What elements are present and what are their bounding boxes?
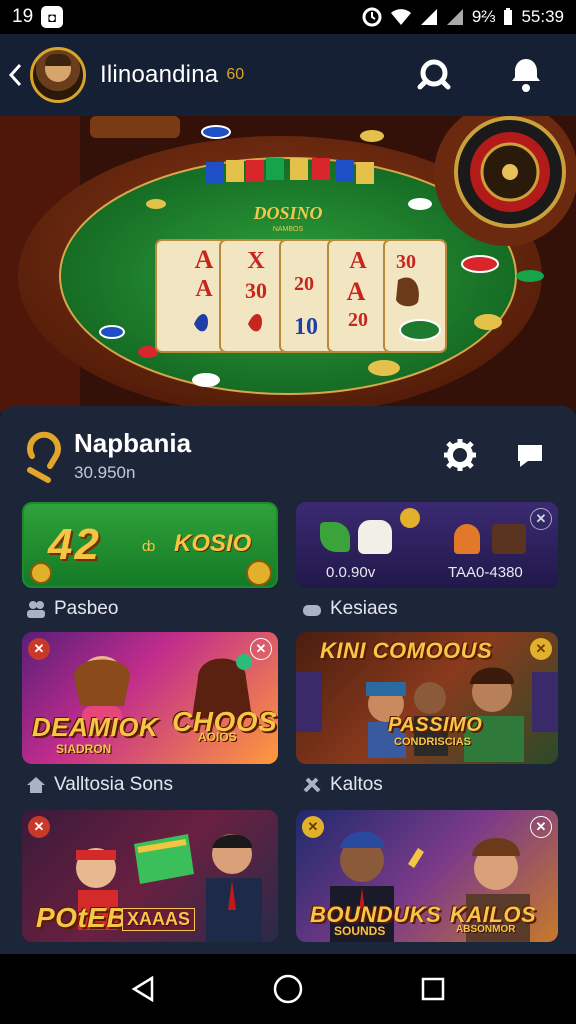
chat-button[interactable] — [510, 435, 550, 475]
username-suffix: 60 — [226, 66, 245, 83]
coin-icon — [30, 562, 52, 584]
section-label-kaltos: Kaltos — [302, 774, 383, 796]
coin-icon-3 — [400, 508, 420, 528]
status-battery-text: 9⅔ — [471, 7, 496, 26]
status-bar: 19 ◘ 9⅔ 55:39 — [0, 0, 576, 34]
wifi-icon — [390, 8, 412, 26]
coin-badge-icon[interactable]: ✕ — [302, 816, 324, 838]
users-icon — [26, 600, 46, 618]
app-notification-icon: ◘ — [41, 6, 64, 28]
card-4-bottom: 20 — [348, 309, 368, 331]
search-button[interactable] — [414, 55, 454, 95]
avatar[interactable] — [30, 47, 86, 103]
back-button[interactable] — [4, 55, 26, 95]
tooth-icon — [358, 520, 392, 554]
section-label-kesiaes: Kesiaes — [302, 598, 398, 620]
game-subtitle: PASSIMO — [388, 714, 483, 736]
jackpot-value: 42 — [48, 520, 101, 569]
gear-icon — [444, 439, 476, 471]
casino-table-illustration: DOSINO NAMBOS A A X 30 20 10 A A 20 30 — [0, 116, 576, 412]
card-row: A A X 30 20 10 A A 20 30 — [155, 239, 447, 353]
section-label-pasbeo: Pasbeo — [26, 598, 118, 620]
game-card-poteb[interactable]: ✕ POtEB XAAAS — [22, 810, 278, 942]
square-recents-icon — [422, 977, 445, 1001]
close-badge-icon[interactable]: ✕ — [250, 638, 272, 660]
username: Ilinoandina — [100, 61, 219, 88]
game-card-deamiok[interactable]: ✕ ✕ DEAMIOK SIADRON CHOOS AOIOS — [22, 632, 278, 764]
table-label: DOSINO — [252, 203, 322, 223]
battery-icon — [503, 8, 513, 26]
card-2-top: X — [247, 248, 265, 274]
game-subtitle-2: ABSONMOR — [456, 924, 516, 935]
triangle-back-icon — [131, 976, 153, 1002]
game-title: KINI COMOOUS — [320, 638, 493, 663]
gamepad-icon — [302, 600, 322, 618]
game-subtitle-2: AOIOS — [198, 730, 237, 744]
box-icon — [492, 524, 526, 554]
notifications-button[interactable] — [506, 55, 546, 95]
leaf-icon — [320, 522, 350, 552]
card-4-top: A — [349, 248, 367, 274]
game-subtitle: SIADRON — [56, 742, 112, 756]
signal-icon-2 — [446, 8, 464, 26]
close-badge-icon[interactable]: ✕ — [530, 816, 552, 838]
signal-icon — [420, 8, 438, 26]
tools-icon — [302, 776, 322, 794]
promo-caption-right: TAA0-4380 — [448, 564, 523, 581]
nav-home-button[interactable] — [266, 967, 310, 1011]
game-card-kailos[interactable]: ✕ ✕ BOUNDUKS SOUNDS KAILOS ABSONMOR — [296, 810, 558, 942]
section-title: Kesiaes — [330, 598, 398, 619]
game-subtitle-2: CONDRISCIAS — [394, 736, 472, 748]
game-subtitle: XAAAS — [122, 908, 196, 931]
bonus-badge-icon[interactable]: ✕ — [28, 816, 50, 838]
nav-back-button[interactable] — [121, 967, 165, 1011]
flame-icon — [454, 524, 480, 554]
card-5-top: 30 — [396, 251, 416, 273]
bell-icon — [512, 59, 540, 92]
status-clock: 55:39 — [521, 7, 564, 26]
card-4-mid: A — [347, 277, 366, 306]
content-panel: Napbania 30.950n 42 ȸ KOSIO ✕ 0.0.90v TA… — [0, 406, 576, 954]
card-3-mid: 20 — [294, 273, 314, 295]
promo-caption-left: 0.0.90v — [326, 564, 376, 581]
profile-row: Napbania 30.950n — [22, 424, 554, 486]
section-title: Pasbeo — [54, 598, 119, 619]
jackpot-tile[interactable]: 42 ȸ KOSIO — [22, 502, 278, 588]
chat-icon — [518, 445, 542, 467]
system-nav-bar — [0, 954, 576, 1024]
card-2-mid: 30 — [245, 278, 267, 303]
game-title: POtEB — [36, 902, 128, 933]
sync-icon — [362, 7, 382, 27]
card-1-mid: A — [195, 276, 213, 302]
status-time: 19 — [12, 6, 34, 27]
jackpot-divider: ȸ — [142, 538, 156, 555]
table-sublabel: NAMBOS — [273, 226, 304, 233]
promo-tile[interactable]: ✕ 0.0.90v TAA0-4380 — [296, 502, 558, 588]
game-title: DEAMIOK — [32, 712, 159, 742]
close-badge-icon[interactable]: ✕ — [530, 508, 552, 530]
horseshoe-icon — [22, 425, 66, 485]
circle-home-icon — [273, 974, 303, 1004]
chevron-left-icon — [8, 63, 22, 87]
jackpot-label: KOSIO — [174, 530, 252, 557]
game-subtitle: SOUNDS — [334, 924, 386, 938]
settings-button[interactable] — [440, 435, 480, 475]
section-title: Valltosia Sons — [54, 774, 173, 795]
game-card-kini-comoous[interactable]: ✕ KINI COMOOUS PASSIMO CONDRISCIAS — [296, 632, 558, 764]
coin-icon-2 — [246, 560, 272, 586]
coin-badge-icon[interactable]: ✕ — [530, 638, 552, 660]
section-label-valltosia: Valltosia Sons — [26, 774, 173, 796]
card-1-top: A — [195, 245, 214, 274]
app-header: Ilinoandina 60 — [0, 34, 576, 116]
hero-banner[interactable]: DOSINO NAMBOS A A X 30 20 10 A A 20 30 — [0, 116, 576, 412]
profile-name: Napbania — [74, 427, 192, 458]
bonus-badge-icon[interactable]: ✕ — [28, 638, 50, 660]
nav-recents-button[interactable] — [411, 967, 455, 1011]
home-icon — [26, 776, 46, 794]
profile-balance: 30.950n — [74, 462, 136, 482]
section-title: Kaltos — [330, 774, 383, 795]
search-icon — [417, 59, 451, 90]
card-3-bottom: 10 — [294, 314, 318, 340]
